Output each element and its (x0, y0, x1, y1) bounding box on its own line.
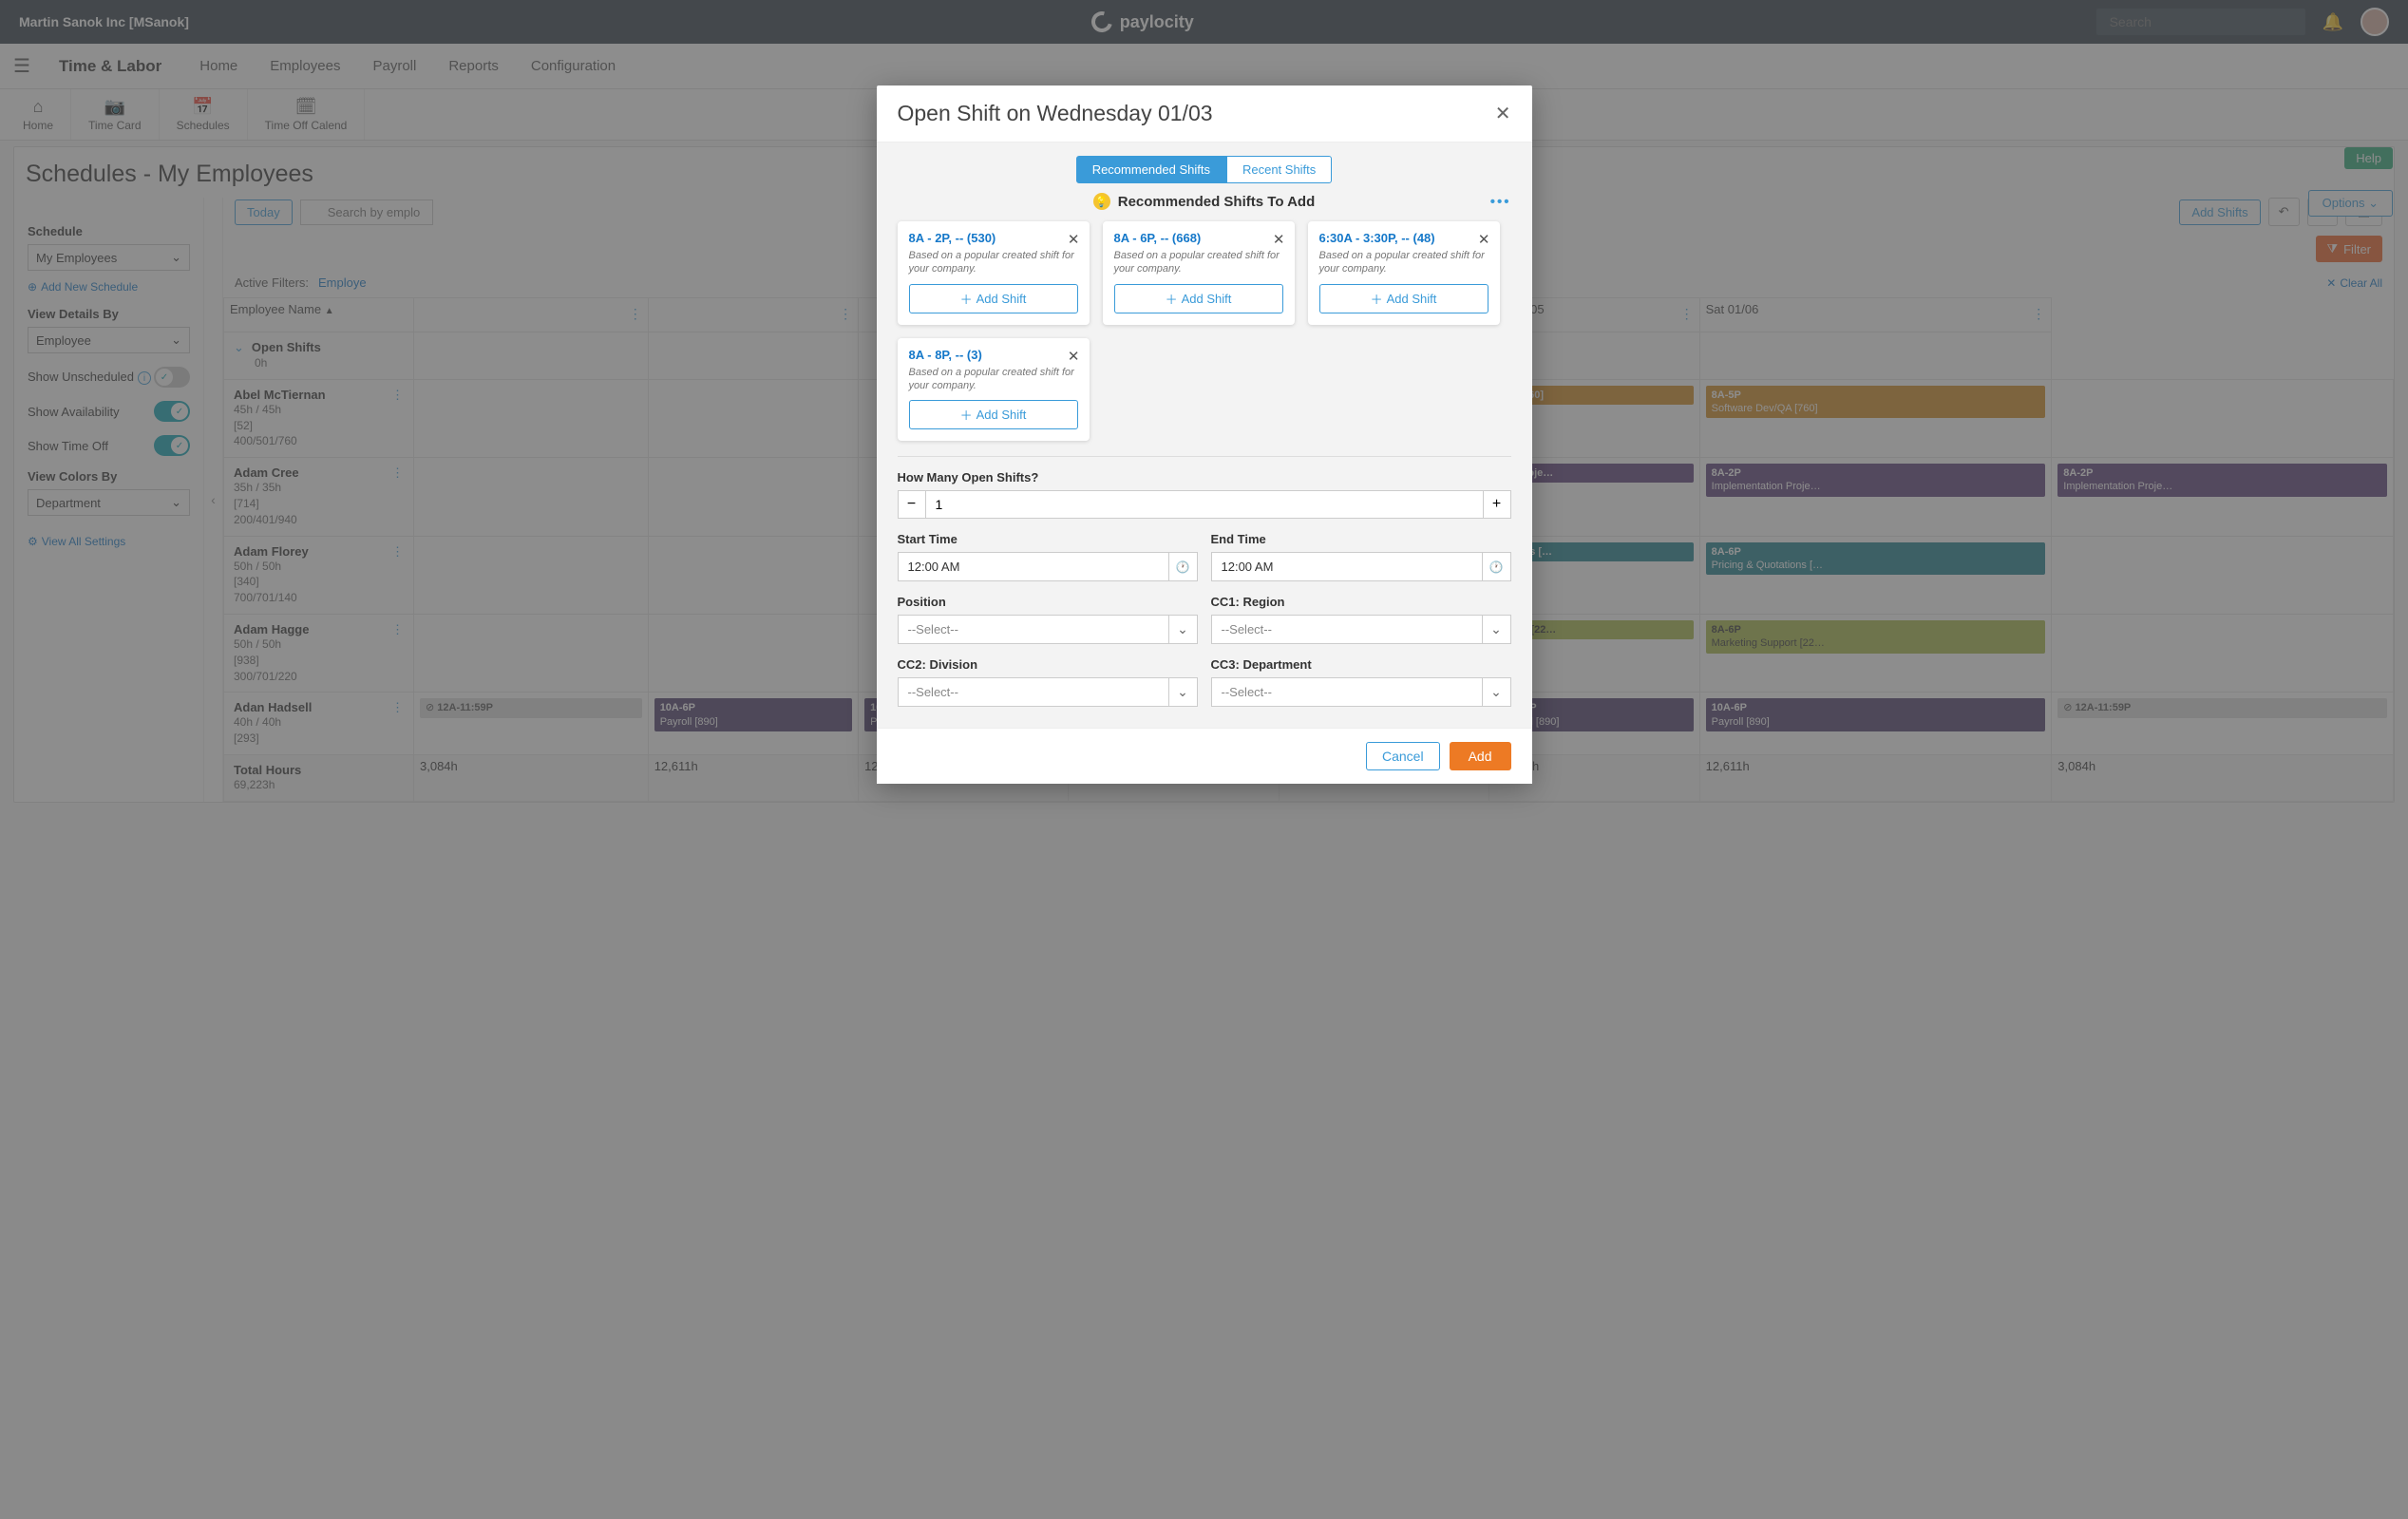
cc1-select[interactable]: --Select--⌄ (1211, 615, 1511, 644)
tab-recommended[interactable]: Recommended Shifts (1076, 156, 1226, 183)
cancel-button[interactable]: Cancel (1366, 742, 1440, 770)
tab-recent[interactable]: Recent Shifts (1226, 156, 1332, 183)
cc1-label: CC1: Region (1211, 595, 1511, 609)
card-description: Based on a popular created shift for you… (909, 366, 1078, 393)
recommended-menu-icon[interactable]: ••• (1490, 194, 1511, 210)
recommended-heading: Recommended Shifts To Add (1118, 194, 1316, 210)
add-shift-button[interactable]: ＋ Add Shift (1114, 284, 1283, 313)
plus-icon: ＋ (960, 406, 973, 424)
recommended-shift-card: ✕ 8A - 6P, -- (668) Based on a popular c… (1103, 221, 1295, 325)
recommended-shift-card: ✕ 6:30A - 3:30P, -- (48) Based on a popu… (1308, 221, 1500, 325)
clock-icon: 🕐 (1168, 553, 1197, 580)
cc2-label: CC2: Division (898, 657, 1198, 672)
modal-overlay: Open Shift on Wednesday 01/03 ✕ Recommen… (0, 0, 2408, 1519)
chevron-down-icon: ⌄ (1168, 616, 1197, 643)
add-shift-button[interactable]: ＋ Add Shift (1319, 284, 1488, 313)
cc3-label: CC3: Department (1211, 657, 1511, 672)
cc2-select[interactable]: --Select--⌄ (898, 677, 1198, 707)
card-description: Based on a popular created shift for you… (909, 249, 1078, 276)
start-time-label: Start Time (898, 532, 1198, 546)
position-select[interactable]: --Select--⌄ (898, 615, 1198, 644)
card-title: 6:30A - 3:30P, -- (48) (1319, 231, 1488, 245)
card-title: 8A - 8P, -- (3) (909, 348, 1078, 362)
plus-icon: ＋ (1371, 290, 1383, 308)
close-icon[interactable]: ✕ (1273, 231, 1285, 248)
modal-title: Open Shift on Wednesday 01/03 (898, 101, 1213, 126)
card-description: Based on a popular created shift for you… (1114, 249, 1283, 276)
open-shift-modal: Open Shift on Wednesday 01/03 ✕ Recommen… (877, 85, 1532, 784)
recommended-shift-card: ✕ 8A - 2P, -- (530) Based on a popular c… (898, 221, 1090, 325)
close-icon[interactable]: ✕ (1068, 348, 1080, 365)
clock-icon: 🕐 (1482, 553, 1510, 580)
chevron-down-icon: ⌄ (1482, 616, 1510, 643)
close-icon[interactable]: ✕ (1495, 102, 1511, 125)
count-input[interactable] (926, 490, 1483, 519)
chevron-down-icon: ⌄ (1168, 678, 1197, 706)
card-title: 8A - 6P, -- (668) (1114, 231, 1283, 245)
chevron-down-icon: ⌄ (1482, 678, 1510, 706)
start-time-input[interactable]: 12:00 AM 🕐 (898, 552, 1198, 581)
plus-icon: ＋ (1166, 290, 1178, 308)
count-label: How Many Open Shifts? (898, 470, 1511, 484)
plus-icon: ＋ (960, 290, 973, 308)
close-icon[interactable]: ✕ (1068, 231, 1080, 248)
card-title: 8A - 2P, -- (530) (909, 231, 1078, 245)
recommended-shift-card: ✕ 8A - 8P, -- (3) Based on a popular cre… (898, 338, 1090, 442)
add-shift-button[interactable]: ＋ Add Shift (909, 284, 1078, 313)
add-button[interactable]: Add (1450, 742, 1511, 770)
end-time-label: End Time (1211, 532, 1511, 546)
card-description: Based on a popular created shift for you… (1319, 249, 1488, 276)
close-icon[interactable]: ✕ (1478, 231, 1490, 248)
add-shift-button[interactable]: ＋ Add Shift (909, 400, 1078, 429)
increment-button[interactable]: + (1483, 490, 1511, 519)
lightbulb-icon: 💡 (1093, 193, 1110, 210)
end-time-input[interactable]: 12:00 AM 🕐 (1211, 552, 1511, 581)
position-label: Position (898, 595, 1198, 609)
cc3-select[interactable]: --Select--⌄ (1211, 677, 1511, 707)
decrement-button[interactable]: − (898, 490, 926, 519)
